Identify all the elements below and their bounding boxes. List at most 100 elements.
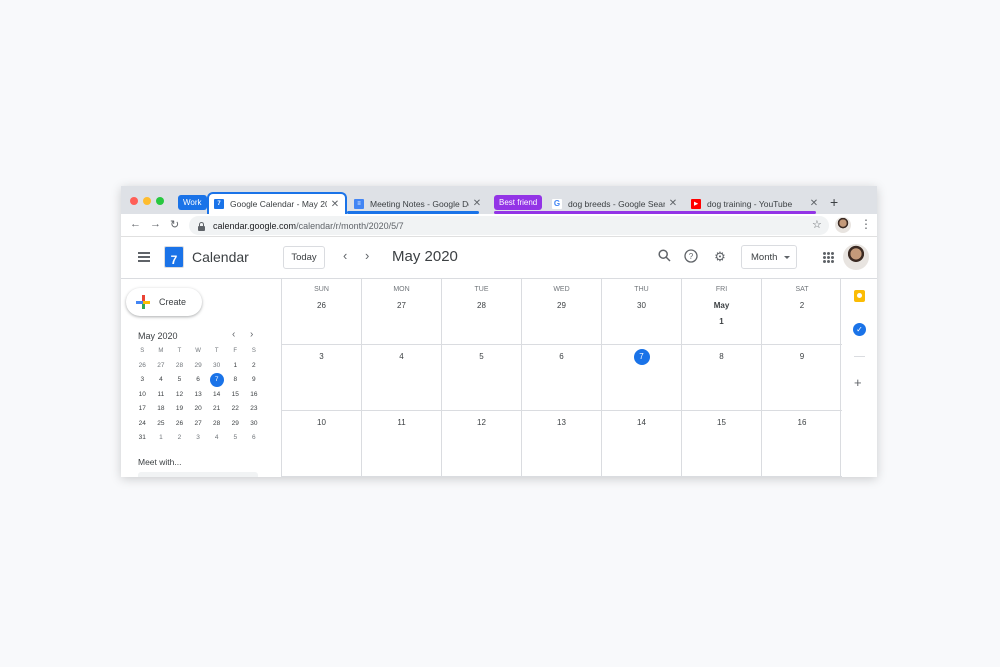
calendar-logo[interactable]: 7: [164, 246, 184, 268]
mini-day[interactable]: 31: [133, 431, 152, 446]
day-number[interactable]: 3: [282, 349, 361, 365]
day-cell[interactable]: 14: [602, 411, 682, 477]
day-number[interactable]: 6: [522, 349, 601, 365]
mini-next-icon[interactable]: ›: [250, 329, 253, 340]
day-cell[interactable]: 16: [762, 411, 842, 477]
mini-day[interactable]: 23: [245, 402, 264, 417]
close-tab-icon[interactable]: ✕: [330, 199, 340, 210]
mini-day[interactable]: 8: [226, 373, 245, 388]
mini-day[interactable]: 16: [245, 388, 264, 403]
day-number[interactable]: 5: [442, 349, 521, 365]
day-number[interactable]: 9: [762, 349, 842, 365]
day-number[interactable]: 28: [442, 298, 521, 314]
day-number[interactable]: 27: [362, 298, 441, 314]
tasks-icon[interactable]: ✓: [853, 323, 866, 336]
apps-grid-icon[interactable]: [823, 252, 834, 263]
day-cell[interactable]: TUE 28: [442, 279, 522, 345]
day-cell[interactable]: 9: [762, 345, 842, 411]
day-cell[interactable]: 3: [282, 345, 362, 411]
day-number[interactable]: 26: [282, 298, 361, 314]
day-cell[interactable]: MON 27: [362, 279, 442, 345]
day-number[interactable]: 12: [442, 415, 521, 431]
mini-day[interactable]: 6: [189, 373, 208, 388]
settings-gear-icon[interactable]: ⚙: [712, 249, 728, 265]
close-tab-icon[interactable]: ✕: [809, 198, 819, 209]
app-name[interactable]: Calendar: [192, 249, 249, 265]
mini-day[interactable]: 7: [207, 373, 226, 388]
mini-day[interactable]: 3: [189, 431, 208, 446]
account-avatar[interactable]: [843, 244, 869, 270]
mini-day[interactable]: 12: [170, 388, 189, 403]
mini-day[interactable]: 26: [170, 417, 189, 432]
mini-day[interactable]: 28: [207, 417, 226, 432]
mini-day[interactable]: 4: [152, 373, 171, 388]
mini-day[interactable]: 13: [189, 388, 208, 403]
day-number[interactable]: 29: [522, 298, 601, 314]
day-number[interactable]: 4: [362, 349, 441, 365]
create-button[interactable]: Create: [126, 288, 202, 316]
mini-day[interactable]: 1: [226, 359, 245, 374]
day-cell[interactable]: 11: [362, 411, 442, 477]
previous-period-icon[interactable]: ‹: [343, 248, 347, 263]
mini-day[interactable]: 19: [170, 402, 189, 417]
mini-day[interactable]: 28: [170, 359, 189, 374]
reload-icon[interactable]: ↻: [170, 218, 179, 231]
close-tab-icon[interactable]: ✕: [472, 198, 482, 209]
day-number[interactable]: 30: [602, 298, 681, 314]
view-selector[interactable]: Month: [741, 245, 797, 269]
new-tab-button[interactable]: +: [830, 194, 838, 210]
address-bar[interactable]: calendar.google.com/calendar/r/month/202…: [189, 216, 829, 235]
mini-day[interactable]: 22: [226, 402, 245, 417]
mini-day[interactable]: 4: [207, 431, 226, 446]
mini-day[interactable]: 18: [152, 402, 171, 417]
day-cell[interactable]: 12: [442, 411, 522, 477]
mini-day[interactable]: 25: [152, 417, 171, 432]
mini-day[interactable]: 21: [207, 402, 226, 417]
day-cell[interactable]: 10: [282, 411, 362, 477]
mini-day[interactable]: 29: [226, 417, 245, 432]
close-tab-icon[interactable]: ✕: [668, 198, 678, 209]
mini-day[interactable]: 17: [133, 402, 152, 417]
day-cell[interactable]: WED 29: [522, 279, 602, 345]
mini-day[interactable]: 30: [207, 359, 226, 374]
day-number[interactable]: 15: [682, 415, 761, 431]
day-number[interactable]: 16: [762, 415, 842, 431]
mini-day[interactable]: 5: [226, 431, 245, 446]
profile-avatar[interactable]: [835, 217, 851, 233]
minimize-window-button[interactable]: [143, 197, 151, 205]
day-cell[interactable]: 4: [362, 345, 442, 411]
more-vert-icon[interactable]: ⋮: [860, 217, 872, 231]
mini-day[interactable]: 20: [189, 402, 208, 417]
day-cell[interactable]: 13: [522, 411, 602, 477]
mini-day[interactable]: 24: [133, 417, 152, 432]
day-cell[interactable]: 7: [602, 345, 682, 411]
mini-day[interactable]: 10: [133, 388, 152, 403]
day-number[interactable]: 2: [762, 298, 842, 314]
mini-day[interactable]: 5: [170, 373, 189, 388]
day-number[interactable]: 7: [602, 349, 681, 365]
mini-day[interactable]: 2: [170, 431, 189, 446]
day-number[interactable]: 11: [362, 415, 441, 431]
day-cell[interactable]: 8: [682, 345, 762, 411]
search-people-input[interactable]: [138, 472, 258, 477]
day-number[interactable]: 14: [602, 415, 681, 431]
tab-group-best-friend[interactable]: Best friend: [494, 195, 543, 210]
day-cell[interactable]: SUN 26: [282, 279, 362, 345]
mini-day[interactable]: 27: [189, 417, 208, 432]
bookmark-star-icon[interactable]: ☆: [812, 218, 822, 231]
mini-day[interactable]: 29: [189, 359, 208, 374]
add-addon-icon[interactable]: +: [854, 375, 862, 390]
day-cell[interactable]: 6: [522, 345, 602, 411]
mini-day[interactable]: 1: [152, 431, 171, 446]
mini-day[interactable]: 27: [152, 359, 171, 374]
day-cell[interactable]: SAT 2: [762, 279, 842, 345]
day-number[interactable]: May 1: [682, 298, 761, 326]
mini-day[interactable]: 11: [152, 388, 171, 403]
close-window-button[interactable]: [130, 197, 138, 205]
today-button[interactable]: Today: [283, 246, 325, 269]
search-icon[interactable]: [656, 249, 672, 265]
back-arrow-icon[interactable]: ←: [130, 218, 141, 230]
day-number[interactable]: 8: [682, 349, 761, 365]
day-cell[interactable]: 15: [682, 411, 762, 477]
day-cell[interactable]: THU 30: [602, 279, 682, 345]
